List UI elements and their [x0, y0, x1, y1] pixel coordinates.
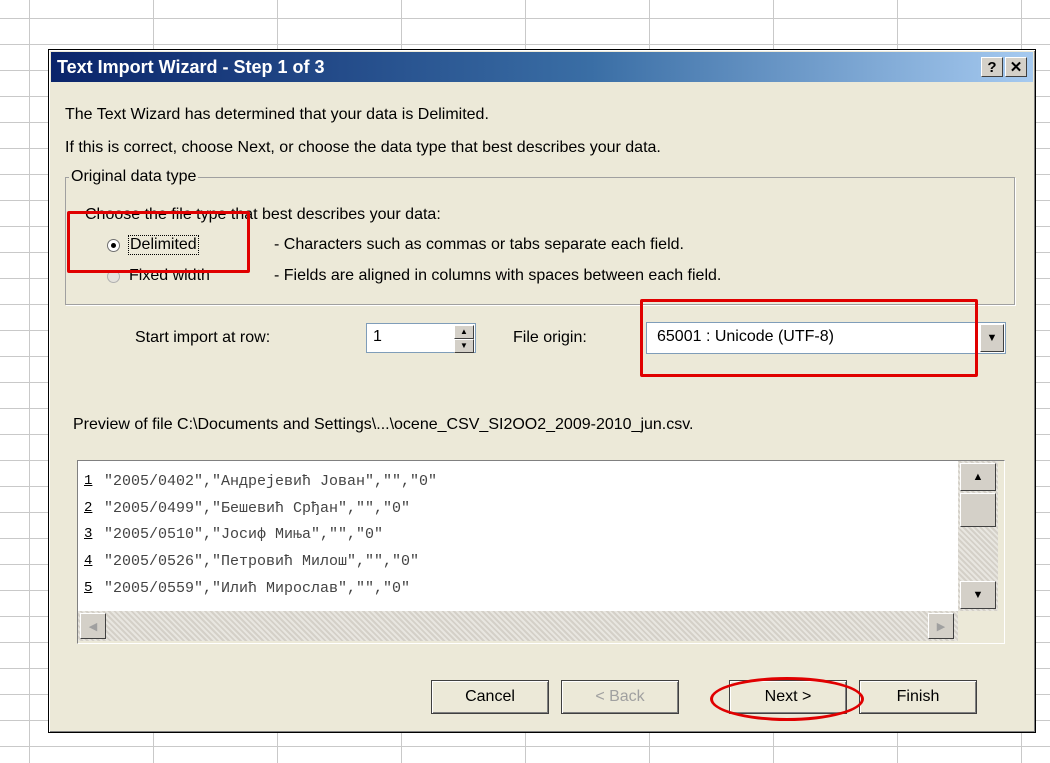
spin-down-button[interactable]: ▼ — [454, 339, 474, 353]
row-number: 4 — [84, 553, 93, 569]
dialog-titlebar: Text Import Wizard - Step 1 of 3 ? ✕ — [51, 52, 1033, 82]
row-text: "2005/0499","Бешевић Срђан","","0" — [104, 499, 411, 517]
next-highlight-ellipse — [710, 677, 864, 721]
dialog-title: Text Import Wizard - Step 1 of 3 — [57, 56, 325, 77]
intro-line-2: If this is correct, choose Next, or choo… — [65, 139, 661, 156]
scroll-thumb[interactable] — [960, 493, 996, 527]
file-origin-label: File origin: — [513, 329, 587, 346]
back-button[interactable]: < Back — [561, 680, 679, 714]
scroll-right-icon[interactable]: ▶ — [928, 613, 954, 639]
preview-pane: 1 "2005/0402","Андрејевић Јован","","0" … — [77, 460, 1005, 644]
intro-line-1: The Text Wizard has determined that your… — [65, 106, 489, 123]
preview-row: 5 "2005/0559","Илић Мирослав","","0" — [84, 577, 410, 599]
preview-horizontal-scrollbar[interactable]: ◀ ▶ — [78, 611, 958, 641]
start-import-label: Start import at row: — [135, 329, 271, 346]
spin-up-button[interactable]: ▲ — [454, 325, 474, 339]
row-text: "2005/0402","Андрејевић Јован","","0" — [104, 472, 438, 490]
scroll-left-icon[interactable]: ◀ — [80, 613, 106, 639]
close-button[interactable]: ✕ — [1005, 57, 1027, 77]
file-origin-highlight-box — [640, 299, 978, 377]
row-text: "2005/0559","Илић Мирослав","","0" — [104, 579, 411, 597]
row-number: 3 — [84, 526, 93, 542]
preview-content: 1 "2005/0402","Андрејевић Јован","","0" … — [78, 461, 958, 611]
row-number: 5 — [84, 580, 93, 596]
scroll-down-icon[interactable]: ▼ — [960, 581, 996, 609]
group-legend: Original data type — [69, 168, 199, 186]
preview-row: 2 "2005/0499","Бешевић Срђан","","0" — [84, 497, 410, 519]
row-text: "2005/0526","Петровић Милош","","0" — [104, 552, 420, 570]
preview-row: 4 "2005/0526","Петровић Милош","","0" — [84, 550, 419, 572]
preview-vertical-scrollbar[interactable]: ▲ ▼ — [958, 461, 998, 611]
scroll-up-icon[interactable]: ▲ — [960, 463, 996, 491]
delimited-description: - Characters such as commas or tabs sepa… — [274, 236, 684, 253]
row-number: 1 — [84, 473, 93, 489]
delimited-highlight-box — [67, 211, 250, 273]
row-text: "2005/0510","Јосиф Миња","","0" — [104, 525, 384, 543]
cancel-button[interactable]: Cancel — [431, 680, 549, 714]
finish-button[interactable]: Finish — [859, 680, 977, 714]
row-number: 2 — [84, 500, 93, 516]
help-button[interactable]: ? — [981, 57, 1003, 77]
preview-label: Preview of file C:\Documents and Setting… — [73, 416, 694, 433]
text-import-wizard-dialog: Text Import Wizard - Step 1 of 3 ? ✕ The… — [48, 49, 1036, 733]
file-origin-dropdown-icon[interactable]: ▼ — [980, 324, 1004, 352]
preview-row: 1 "2005/0402","Андрејевић Јован","","0" — [84, 470, 437, 492]
fixed-width-description: - Fields are aligned in columns with spa… — [274, 267, 722, 284]
preview-row: 3 "2005/0510","Јосиф Миња","","0" — [84, 523, 383, 545]
